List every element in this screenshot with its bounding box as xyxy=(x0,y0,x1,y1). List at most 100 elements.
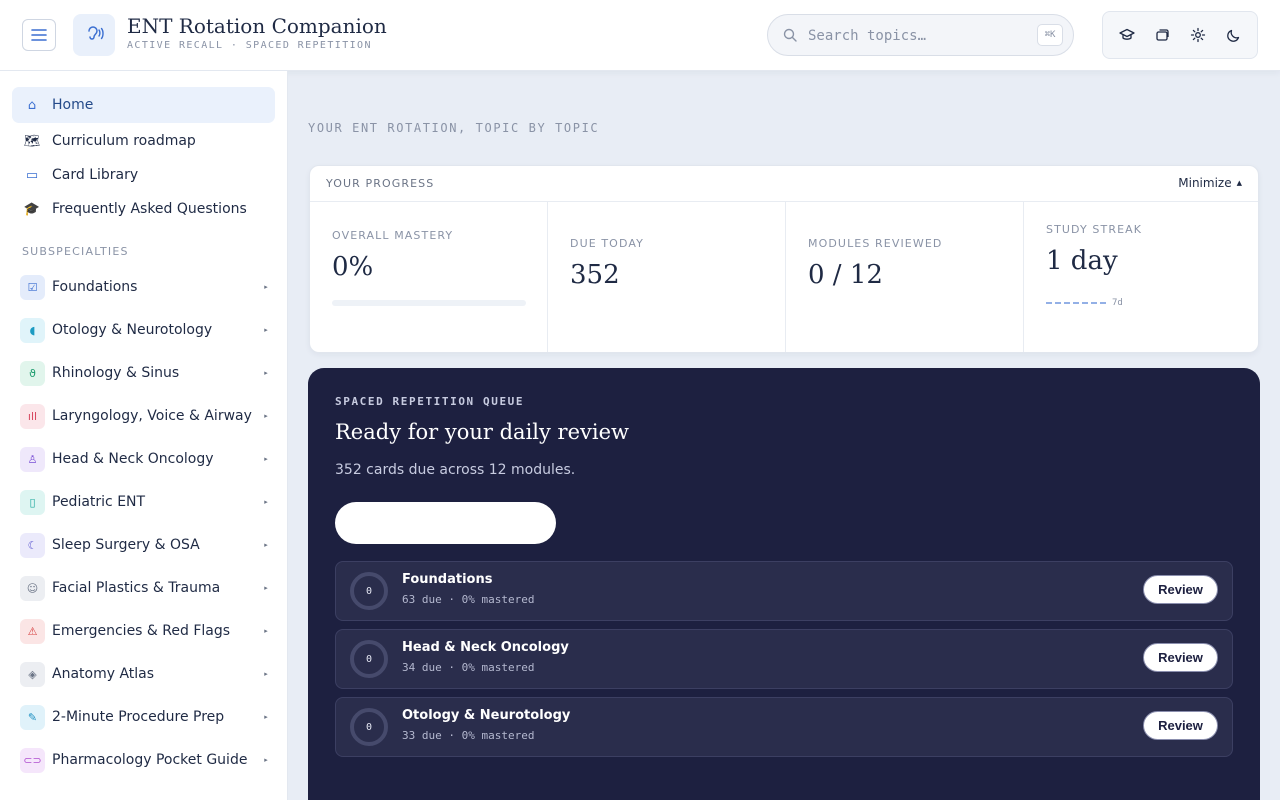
sidebar-item-label: Anatomy Atlas xyxy=(52,666,155,682)
subspecialty-icon: ıll xyxy=(20,403,45,429)
chevron-right-icon[interactable]: ▸ xyxy=(257,627,275,635)
sidebar-item-label: Pediatric ENT xyxy=(52,494,146,510)
sidebar-item-home[interactable]: ⌂ Home xyxy=(12,87,275,123)
queue-module-meta: 63 due · 0% mastered xyxy=(402,593,535,606)
review-button[interactable]: Review xyxy=(1143,575,1218,604)
settings-button[interactable] xyxy=(1183,20,1213,50)
stat-value: 0 / 12 xyxy=(808,260,883,290)
chevron-right-icon[interactable]: ▸ xyxy=(257,283,275,291)
sidebar-item-card-library[interactable]: ▭ Card Library xyxy=(12,157,275,193)
moon-icon xyxy=(1226,29,1239,42)
review-button[interactable]: Review xyxy=(1143,711,1218,740)
chevron-right-icon[interactable]: ▸ xyxy=(257,412,275,420)
sidebar-item-curriculum-roadmap[interactable]: 🗺 Curriculum roadmap xyxy=(12,123,275,159)
sidebar-item-head-neck-oncology[interactable]: ♙ Head & Neck Oncology ▸ xyxy=(12,441,275,477)
stat-study-streak: STUDY STREAK 1 day 7d xyxy=(1024,202,1258,352)
chevron-right-icon[interactable]: ▸ xyxy=(257,369,275,377)
sidebar-item-label: Home xyxy=(52,97,94,113)
sidebar-item-emergencies-red-flags[interactable]: ⚠ Emergencies & Red Flags ▸ xyxy=(12,613,275,649)
sidebar-item-rhinology-sinus[interactable]: ϑ Rhinology & Sinus ▸ xyxy=(12,355,275,391)
subspecialty-icon: ✎ xyxy=(20,704,45,730)
queue-module-name: Otology & Neurotology xyxy=(402,708,571,723)
sidebar-item-anatomy-atlas[interactable]: ◈ Anatomy Atlas ▸ xyxy=(12,656,275,692)
stat-label: DUE TODAY xyxy=(570,237,644,250)
sidebar-item-2-minute-procedure-prep[interactable]: ✎ 2-Minute Procedure Prep ▸ xyxy=(12,699,275,735)
app-title: ENT Rotation Companion xyxy=(127,14,387,38)
stat-label: STUDY STREAK xyxy=(1046,223,1143,236)
review-button[interactable]: Review xyxy=(1143,643,1218,672)
chevron-right-icon[interactable]: ▸ xyxy=(257,455,275,463)
menu-toggle-button[interactable] xyxy=(22,19,56,51)
queue-row: 0 Foundations 63 due · 0% mastered Review xyxy=(335,561,1233,621)
queue-module-name: Foundations xyxy=(402,572,493,587)
search-box[interactable]: ⌘K xyxy=(767,14,1074,56)
sidebar-item-label: Facial Plastics & Trauma xyxy=(52,580,221,596)
streak-window-label: 7d xyxy=(1112,298,1123,308)
queue-row: 0 Otology & Neurotology 33 due · 0% master… xyxy=(335,697,1233,757)
sidebar-item-label: Card Library xyxy=(52,167,139,183)
queue-module-meta: 33 due · 0% mastered xyxy=(402,729,535,742)
stat-modules-reviewed: MODULES REVIEWED 0 / 12 xyxy=(786,202,1024,352)
start-review-button[interactable] xyxy=(335,502,556,544)
subspecialty-icon: ▯ xyxy=(20,489,45,515)
chevron-right-icon[interactable]: ▸ xyxy=(257,498,275,506)
minimize-label: Minimize xyxy=(1178,176,1232,190)
queue-eyebrow: SPACED REPETITION QUEUE xyxy=(335,395,525,408)
search-icon xyxy=(783,28,797,42)
sidebar-item-label: Rhinology & Sinus xyxy=(52,365,180,381)
sidebar-item-foundations[interactable]: ☑ Foundations ▸ xyxy=(12,269,275,305)
sidebar-item-label: Curriculum roadmap xyxy=(52,133,196,149)
sidebar-item-laryngology-voice-airway[interactable]: ıll Laryngology, Voice & Airway ▸ xyxy=(12,398,275,434)
sidebar-item-facial-plastics-trauma[interactable]: ☺ Facial Plastics & Trauma ▸ xyxy=(12,570,275,606)
sidebar-item-pediatric-ent[interactable]: ▯ Pediatric ENT ▸ xyxy=(12,484,275,520)
caret-up-icon: ▲ xyxy=(1236,179,1242,187)
stat-value: 352 xyxy=(570,260,620,290)
app-header: ENT Rotation Companion ACTIVE RECALL · S… xyxy=(0,0,1280,71)
card-icon: ▭ xyxy=(25,167,39,183)
subspecialty-icon: ϑ xyxy=(20,360,45,386)
header-toolbar xyxy=(1102,11,1258,59)
progress-title: YOUR PROGRESS xyxy=(326,177,435,190)
stat-overall-mastery: OVERALL MASTERY 0% xyxy=(310,202,548,352)
dark-mode-button[interactable] xyxy=(1218,20,1248,50)
progress-card: YOUR PROGRESS Minimize ▲ OVERALL MASTERY… xyxy=(309,165,1259,353)
map-icon: 🗺 xyxy=(23,133,41,149)
sidebar-item-pharmacology-pocket-guide[interactable]: ⊂⊃ Pharmacology Pocket Guide ▸ xyxy=(12,742,275,778)
study-mode-button[interactable] xyxy=(1112,20,1142,50)
chevron-right-icon[interactable]: ▸ xyxy=(257,326,275,334)
chevron-right-icon[interactable]: ▸ xyxy=(257,670,275,678)
cards-icon xyxy=(1156,29,1169,41)
sidebar-item-label: Foundations xyxy=(52,279,138,295)
subspecialties-heading: SUBSPECIALTIES xyxy=(22,245,129,258)
cards-button[interactable] xyxy=(1147,20,1177,50)
subspecialty-icon: ☑ xyxy=(20,274,45,300)
queue-module-meta: 34 due · 0% mastered xyxy=(402,661,535,674)
chevron-right-icon[interactable]: ▸ xyxy=(257,584,275,592)
queue-title: Ready for your daily review xyxy=(335,420,629,444)
sidebar-item-otology-neurotology[interactable]: ◖ Otology & Neurotology ▸ xyxy=(12,312,275,348)
app-logo xyxy=(73,14,115,56)
gear-icon xyxy=(1190,27,1205,43)
sidebar-item-faq[interactable]: 🎓 Frequently Asked Questions xyxy=(12,191,275,227)
subspecialty-icon: ☾ xyxy=(20,532,45,558)
search-input[interactable] xyxy=(808,25,1028,47)
chevron-right-icon[interactable]: ▸ xyxy=(257,713,275,721)
minimize-button[interactable]: Minimize ▲ xyxy=(1178,176,1242,190)
subspecialty-icon: ♙ xyxy=(20,446,45,472)
mastery-ring: 0 xyxy=(350,708,388,746)
search-shortcut-hint: ⌘K xyxy=(1037,24,1063,46)
sidebar-item-sleep-surgery-osa[interactable]: ☾ Sleep Surgery & OSA ▸ xyxy=(12,527,275,563)
subspecialty-icon: ◖ xyxy=(20,317,45,343)
home-icon: ⌂ xyxy=(27,97,37,113)
chevron-right-icon[interactable]: ▸ xyxy=(257,756,275,764)
sidebar-item-label: Frequently Asked Questions xyxy=(52,201,247,217)
app-subtitle: ACTIVE RECALL · SPACED REPETITION xyxy=(127,40,372,51)
sidebar-item-label: Pharmacology Pocket Guide xyxy=(52,752,248,768)
mastery-progress-bar xyxy=(332,300,526,306)
stat-label: OVERALL MASTERY xyxy=(332,229,454,242)
subspecialty-icon: ☺ xyxy=(20,575,45,601)
chevron-right-icon[interactable]: ▸ xyxy=(257,541,275,549)
hamburger-icon xyxy=(31,29,47,41)
stat-due-today: DUE TODAY 352 xyxy=(548,202,786,352)
page-heading: YOUR ENT ROTATION, TOPIC BY TOPIC xyxy=(308,121,600,135)
